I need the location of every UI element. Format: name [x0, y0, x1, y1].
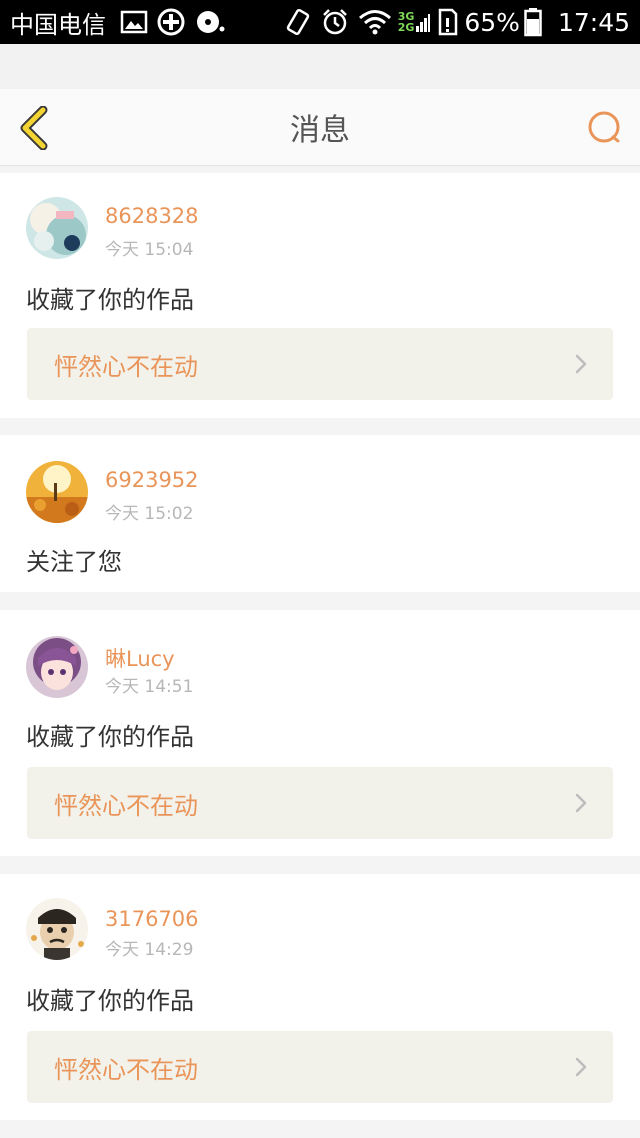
- username[interactable]: 3176706: [105, 907, 199, 931]
- action-text: 收藏了你的作品: [26, 987, 194, 1015]
- vibrate-icon: [284, 7, 312, 37]
- avatar[interactable]: [26, 636, 88, 698]
- disc-icon: [194, 7, 226, 37]
- message-card[interactable]: 8628328 今天 15:04 收藏了你的作品 怦然心不在动: [0, 173, 640, 418]
- image-icon: [120, 9, 148, 35]
- timestamp: 今天 14:29: [105, 940, 194, 960]
- chevron-right-icon: [575, 354, 587, 374]
- work-link[interactable]: 怦然心不在动: [27, 767, 613, 839]
- username[interactable]: 8628328: [105, 204, 199, 228]
- work-title: 怦然心不在动: [54, 1055, 198, 1084]
- timestamp: 今天 15:02: [105, 504, 194, 524]
- action-text: 收藏了你的作品: [26, 723, 194, 751]
- plus-circle-icon: [156, 7, 186, 37]
- action-text: 关注了您: [26, 548, 122, 576]
- timestamp: 今天 15:04: [105, 240, 194, 260]
- avatar[interactable]: [26, 197, 88, 259]
- message-card[interactable]: 晽Lucy 今天 14:51 收藏了你的作品 怦然心不在动: [0, 610, 640, 856]
- clock: 17:45: [557, 7, 630, 37]
- chevron-right-icon: [575, 1057, 587, 1077]
- status-bar: 中国电信 3G 2G 65% 17:45: [0, 0, 640, 44]
- avatar[interactable]: [26, 898, 88, 960]
- app-header: 消息: [0, 89, 640, 166]
- sim-icon: [438, 8, 458, 36]
- message-card[interactable]: 6923952 今天 15:02 关注了您: [0, 435, 640, 592]
- action-text: 收藏了你的作品: [26, 286, 194, 314]
- chevron-right-icon: [575, 793, 587, 813]
- work-title: 怦然心不在动: [54, 791, 198, 820]
- timestamp: 今天 14:51: [105, 677, 194, 697]
- username[interactable]: 6923952: [105, 468, 199, 492]
- alarm-icon: [320, 7, 350, 37]
- network-type: 3G 2G: [398, 11, 415, 33]
- search-icon: [588, 111, 620, 143]
- work-title: 怦然心不在动: [54, 352, 198, 381]
- battery-percent: 65%: [464, 7, 520, 37]
- top-spacer: [0, 44, 640, 89]
- work-link[interactable]: 怦然心不在动: [27, 328, 613, 400]
- wifi-icon: [358, 8, 392, 36]
- network-2g-label: 2G: [397, 21, 415, 34]
- username[interactable]: 晽Lucy: [105, 643, 175, 673]
- battery-icon: [524, 7, 542, 37]
- signal-icon: [416, 10, 431, 34]
- carrier-name: 中国电信: [10, 10, 106, 39]
- message-card[interactable]: 3176706 今天 14:29 收藏了你的作品 怦然心不在动: [0, 874, 640, 1120]
- work-link[interactable]: 怦然心不在动: [27, 1031, 613, 1103]
- avatar[interactable]: [26, 461, 88, 523]
- page-title: 消息: [290, 113, 350, 148]
- search-button[interactable]: [586, 109, 624, 147]
